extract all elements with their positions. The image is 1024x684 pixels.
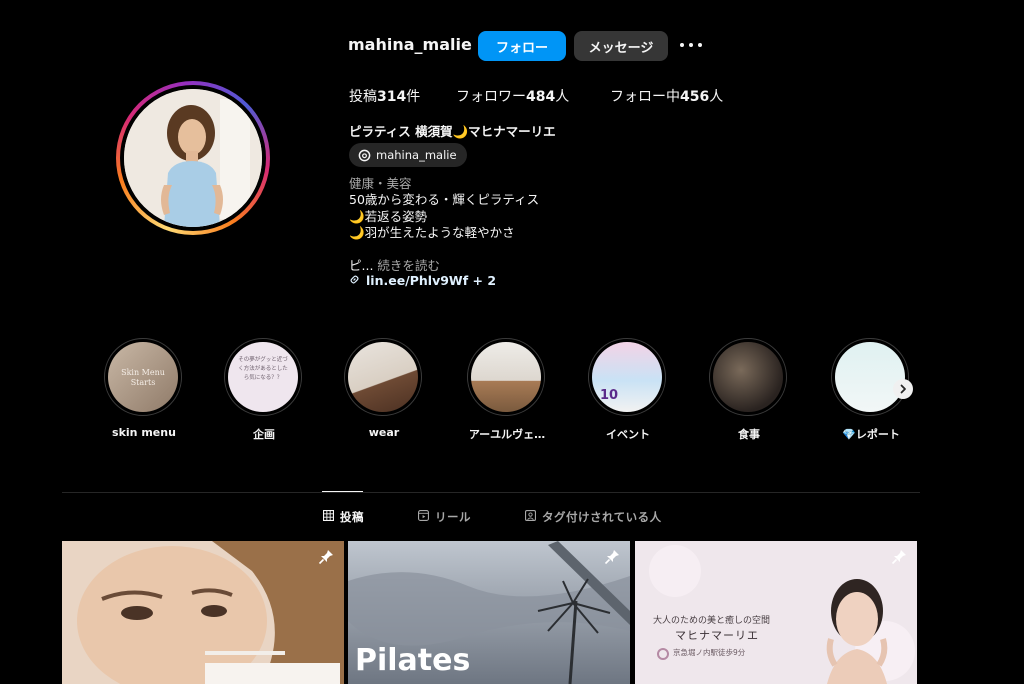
post-tagline: 大人のための美と癒しの空間: [653, 616, 771, 626]
bio-line: 🌙羽が生えたような軽やかさ: [349, 225, 515, 240]
highlight-cover: [471, 342, 541, 412]
highlight-label: 💎レポート: [842, 428, 900, 441]
highlight-food[interactable]: 食事: [709, 338, 789, 448]
tab-label: 投稿: [340, 510, 364, 524]
follow-button[interactable]: フォロー: [478, 31, 566, 61]
highlight-label: skin menu: [112, 426, 176, 439]
pin-icon: [891, 549, 907, 565]
grid-icon: [323, 510, 335, 524]
post-thumbnail[interactable]: [62, 541, 344, 684]
highlight-label: 食事: [738, 428, 760, 441]
post-thumbnail[interactable]: Pilates: [348, 541, 630, 684]
tab-tagged[interactable]: タグ付けされている人: [525, 509, 662, 525]
following-label: フォロー中: [610, 89, 680, 105]
posts-count-stat: 投稿314件: [349, 86, 420, 106]
post-caption: Pilates: [355, 643, 471, 678]
highlight-event[interactable]: 10 イベント: [588, 338, 668, 448]
highlight-cover-text: Skin Menu Starts: [121, 368, 165, 387]
highlight-cover-text: その夢がグッと近づく方法があるとしたら気になる？？: [238, 357, 288, 381]
external-link-text: lin.ee/Phlv9Wf + 2: [366, 273, 497, 288]
highlight-skin-menu[interactable]: Skin Menu Starts skin menu: [104, 338, 184, 448]
threads-badge[interactable]: mahina_malie: [349, 143, 467, 167]
following-count: 456: [680, 89, 710, 105]
read-more-link[interactable]: ピ... 続きを読む: [349, 255, 440, 274]
highlight-cover: [348, 342, 418, 412]
highlight-ayurveda[interactable]: アーユルヴェ…: [467, 338, 547, 448]
tab-posts[interactable]: 投稿: [323, 509, 364, 525]
followers-suffix: 人: [555, 89, 570, 105]
highlight-wear[interactable]: wear: [344, 338, 424, 448]
post-image: [62, 541, 344, 684]
post-title: マヒナマーリエ: [675, 629, 759, 642]
threads-handle: mahina_malie: [376, 148, 457, 162]
highlight-cover: [713, 342, 783, 412]
highlight-cover: [835, 342, 905, 412]
bio-truncated-text: ピ...: [349, 258, 374, 273]
highlight-kikaku[interactable]: その夢がグッと近づく方法があるとしたら気になる？？ 企画: [224, 338, 304, 448]
tab-label: タグ付けされている人: [542, 510, 662, 524]
post-location: 京急堀ノ内駅徒歩9分: [673, 648, 746, 657]
threads-icon: [357, 148, 371, 162]
tab-label: リール: [435, 510, 471, 524]
profile-full-name: ピラティス 横須賀🌙マヒナマーリエ: [349, 124, 556, 139]
followers-count: 484: [526, 89, 556, 105]
active-tab-indicator: [322, 491, 363, 492]
read-more-label: 続きを読む: [377, 258, 440, 273]
highlights-next-icon[interactable]: [893, 379, 913, 399]
pin-icon: [604, 549, 620, 565]
followers-stat[interactable]: フォロワー484人: [456, 86, 569, 106]
profile-avatar[interactable]: [116, 81, 270, 235]
highlight-cover: 10: [592, 342, 662, 412]
following-suffix: 人: [709, 89, 724, 105]
tabs-divider: [62, 492, 920, 493]
message-button[interactable]: メッセージ: [574, 31, 668, 61]
highlight-label: イベント: [606, 428, 650, 441]
highlight-label: 企画: [253, 428, 275, 441]
highlight-cover-text: 10: [600, 388, 619, 403]
link-icon: [349, 273, 360, 288]
more-options-icon[interactable]: [680, 35, 702, 55]
posts-label: 投稿: [349, 89, 377, 105]
profile-username: mahina_malie: [348, 35, 472, 54]
reels-icon: [418, 510, 430, 524]
posts-suffix: 件: [406, 89, 421, 105]
tagged-icon: [525, 510, 537, 524]
avatar-photo: [124, 89, 262, 227]
external-link[interactable]: lin.ee/Phlv9Wf + 2: [349, 273, 496, 288]
post-thumbnail[interactable]: 大人のための美と癒しの空間 マヒナマーリエ 京急堀ノ内駅徒歩9分: [635, 541, 917, 684]
posts-count: 314: [377, 89, 407, 105]
followers-label: フォロワー: [456, 89, 526, 105]
following-stat[interactable]: フォロー中456人: [610, 86, 723, 106]
highlight-label: wear: [368, 426, 400, 439]
highlight-label: アーユルヴェ…: [468, 428, 546, 441]
highlight-cover: その夢がグッと近づく方法があるとしたら気になる？？: [228, 342, 298, 412]
highlight-cover: Skin Menu Starts: [108, 342, 178, 412]
tab-reels[interactable]: リール: [418, 509, 471, 525]
pin-icon: [318, 549, 334, 565]
